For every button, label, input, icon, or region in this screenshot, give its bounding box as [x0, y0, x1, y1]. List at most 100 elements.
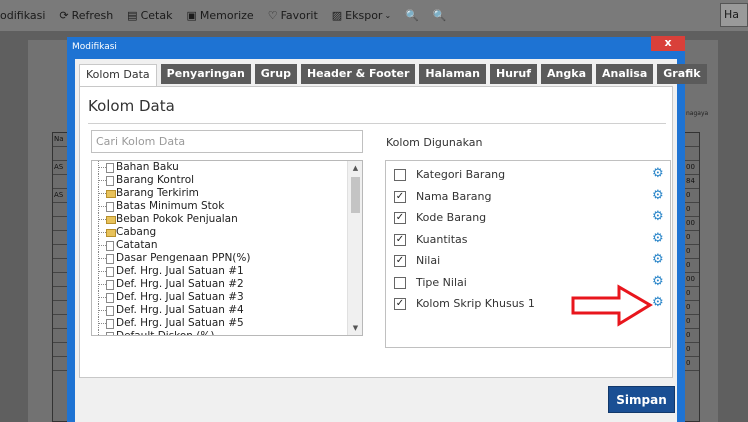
- tree-item[interactable]: Default Diskon (%): [92, 330, 362, 335]
- close-button[interactable]: x: [651, 36, 685, 51]
- tab-penyaringan[interactable]: Penyaringan: [160, 64, 251, 84]
- report-caption: nagaya: [686, 110, 709, 117]
- tree-line: [98, 297, 106, 298]
- file-icon: [106, 267, 114, 277]
- tab-halaman[interactable]: Halaman: [419, 64, 486, 84]
- tree-item[interactable]: Bahan Baku: [92, 161, 362, 174]
- tab-huruf[interactable]: Huruf: [489, 64, 538, 84]
- tree-item-label: Def. Hrg. Jual Satuan #5: [116, 317, 244, 329]
- favorite-button[interactable]: ♡ Favorit: [268, 9, 318, 22]
- tree-item[interactable]: Batas Minimum Stok: [92, 200, 362, 213]
- main-toolbar: odifikasi ⟳ Refresh ▤ Cetak ▣ Memorize ♡…: [0, 0, 748, 31]
- scroll-down-icon[interactable]: ▼: [348, 321, 362, 335]
- report-cell: [53, 357, 67, 371]
- tree-item-label: Batas Minimum Stok: [116, 200, 225, 212]
- tree-item-label: Def. Hrg. Jual Satuan #3: [116, 291, 244, 303]
- refresh-icon: ⟳: [59, 9, 69, 22]
- zoom-out-button[interactable]: 🔍: [433, 9, 447, 22]
- used-column-label: Tipe Nilai: [416, 275, 467, 289]
- used-column-item: Kategori Barang ⚙: [386, 165, 670, 187]
- used-column-label: Kode Barang: [416, 211, 487, 224]
- report-cell: 0: [685, 259, 699, 273]
- zoom-in-button[interactable]: 🔍: [405, 9, 419, 22]
- panel-title: Kolom Data: [88, 97, 175, 115]
- report-cell: 00: [685, 161, 699, 175]
- tree-item[interactable]: Cabang: [92, 226, 362, 239]
- save-button[interactable]: Simpan: [608, 386, 675, 413]
- report-cell: 00: [685, 217, 699, 231]
- gear-icon[interactable]: ⚙: [652, 210, 664, 224]
- column-checkbox[interactable]: ✓: [394, 255, 406, 267]
- tab-analisa[interactable]: Analisa: [596, 64, 654, 84]
- column-checkbox[interactable]: ✓: [394, 190, 406, 203]
- column-checkbox[interactable]: ✓: [394, 233, 406, 246]
- annotation-arrow-icon: [571, 284, 653, 327]
- tree-item[interactable]: Barang Kontrol: [92, 174, 362, 187]
- tab-grafik[interactable]: Grafik: [657, 64, 707, 84]
- report-cell: 0: [685, 315, 699, 329]
- refresh-button[interactable]: ⟳ Refresh: [59, 9, 113, 22]
- report-cell: AS: [53, 161, 67, 175]
- report-cell: [53, 343, 67, 357]
- tab-header-footer[interactable]: Header & Footer: [300, 64, 416, 84]
- used-column-label: Kolom Skrip Khusus 1: [416, 297, 535, 310]
- file-icon: [106, 202, 114, 212]
- used-column-label: Nilai: [416, 254, 441, 267]
- used-column-item: ✓ Kuantitas ⚙: [386, 230, 670, 252]
- file-icon: [106, 332, 114, 335]
- tree-item[interactable]: Def. Hrg. Jual Satuan #2: [92, 278, 362, 291]
- tree-item[interactable]: Catatan: [92, 239, 362, 252]
- memorize-button[interactable]: ▣ Memorize: [186, 9, 253, 22]
- gear-icon[interactable]: ⚙: [652, 188, 664, 203]
- scroll-up-icon[interactable]: ▲: [348, 161, 362, 175]
- report-table-right: 00 84 0 0 00 0 0 0 00 0 0 0 0 0 0: [684, 132, 700, 422]
- used-column-item: ✓ Nilai ⚙: [386, 251, 670, 273]
- gear-icon[interactable]: ⚙: [652, 231, 664, 246]
- zoom-out-icon: 🔍: [432, 9, 447, 22]
- search-column-input[interactable]: [91, 130, 363, 153]
- column-checkbox[interactable]: [394, 276, 406, 289]
- report-cell: [53, 147, 67, 161]
- toolbar-modifikasi[interactable]: odifikasi: [0, 9, 45, 22]
- tree-item[interactable]: Barang Terkirim: [92, 187, 362, 200]
- tree-line: [98, 180, 106, 181]
- export-icon: ▨: [331, 9, 343, 22]
- tab-kolom-data[interactable]: Kolom Data: [79, 64, 157, 86]
- tree-item[interactable]: Def. Hrg. Jual Satuan #1: [92, 265, 362, 278]
- print-button[interactable]: ▤ Cetak: [127, 9, 172, 22]
- scroll-thumb[interactable]: [351, 177, 360, 213]
- tree-item-label: Bahan Baku: [116, 161, 179, 173]
- column-checkbox[interactable]: ✓: [394, 212, 406, 224]
- tree-item[interactable]: Def. Hrg. Jual Satuan #5: [92, 317, 362, 330]
- tab-angka[interactable]: Angka: [541, 64, 592, 84]
- tree-item-label: Catatan: [116, 239, 158, 251]
- report-cell: [53, 301, 67, 315]
- column-tree[interactable]: Bahan Baku Barang Kontrol Barang Terkirim B…: [91, 160, 363, 336]
- tab-grup[interactable]: Grup: [254, 64, 297, 84]
- report-cell: [53, 287, 67, 301]
- tree-item-label: Barang Kontrol: [116, 174, 195, 186]
- used-column-label: Kuantitas: [416, 232, 468, 246]
- file-icon: [106, 306, 114, 316]
- tree-item[interactable]: Dasar Pengenaan PPN(%): [92, 252, 362, 265]
- save-icon: ▣: [186, 9, 197, 22]
- gear-icon[interactable]: ⚙: [652, 253, 664, 267]
- column-checkbox[interactable]: [394, 169, 406, 181]
- report-cell: Na: [53, 133, 67, 147]
- tree-line: [98, 193, 106, 194]
- file-icon: [106, 280, 114, 290]
- tree-item[interactable]: Def. Hrg. Jual Satuan #4: [92, 304, 362, 317]
- export-button[interactable]: ▨ Ekspor ⌄: [332, 9, 391, 22]
- gear-icon[interactable]: ⚙: [652, 274, 664, 289]
- tree-item[interactable]: Beban Pokok Penjualan: [92, 213, 362, 226]
- tree-scrollbar[interactable]: ▲ ▼: [347, 161, 362, 335]
- report-select[interactable]: Ha: [720, 3, 748, 27]
- used-column-label: Nama Barang: [416, 189, 492, 203]
- gear-icon[interactable]: ⚙: [652, 296, 664, 310]
- report-cell: [53, 259, 67, 273]
- report-cell: [53, 245, 67, 259]
- tree-item[interactable]: Def. Hrg. Jual Satuan #3: [92, 291, 362, 304]
- gear-icon[interactable]: ⚙: [652, 167, 664, 181]
- column-checkbox[interactable]: ✓: [394, 298, 406, 310]
- tree-line: [98, 219, 106, 220]
